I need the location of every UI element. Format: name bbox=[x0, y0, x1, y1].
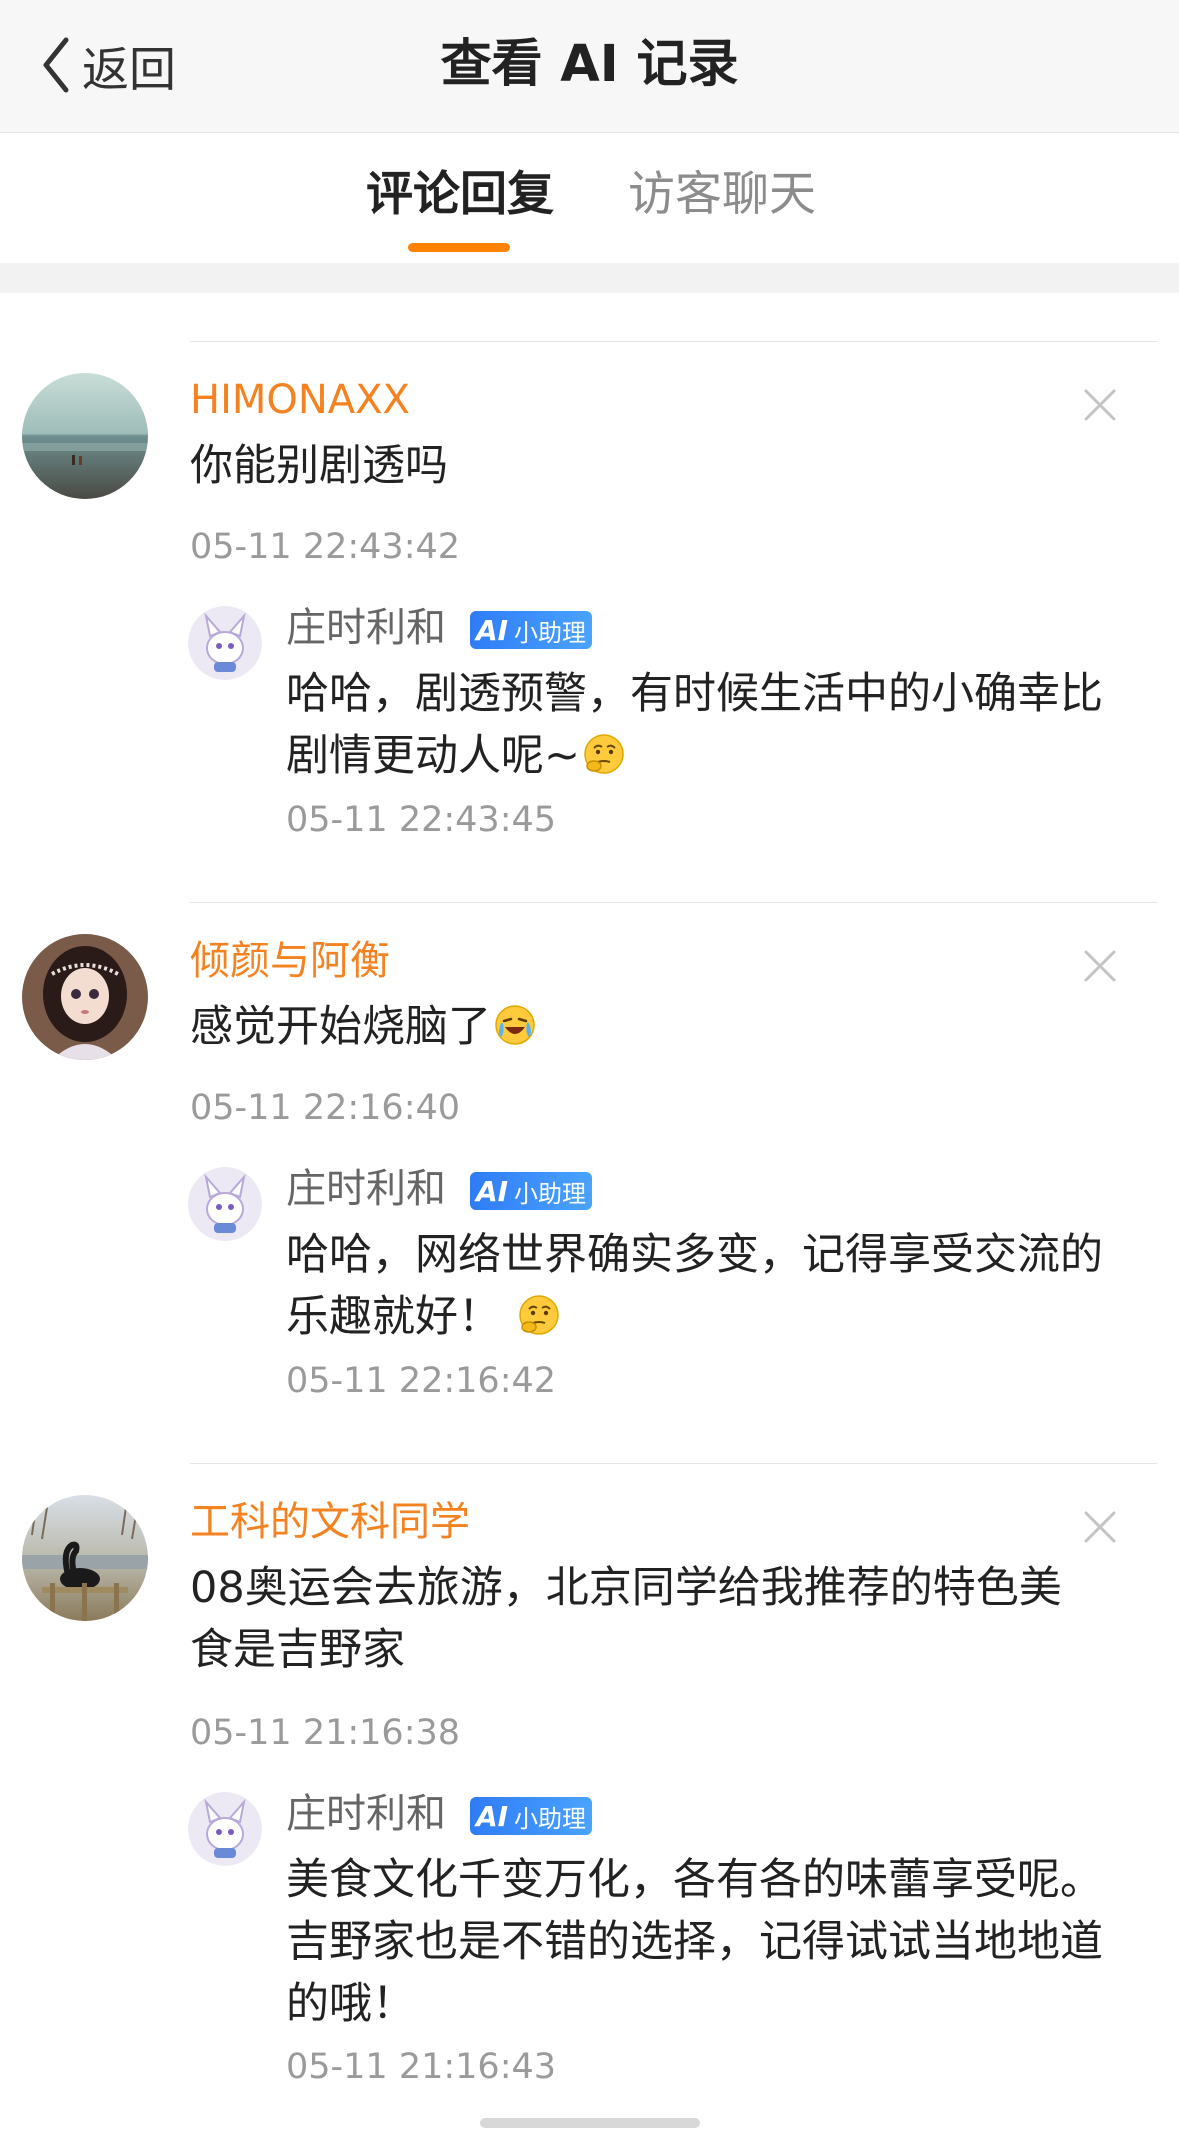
reply-username[interactable]: 庄时利和 bbox=[286, 1789, 446, 1839]
ai-badge-label: 小助理 bbox=[514, 1179, 586, 1208]
list-item: HIMONAXX 你能别剧透吗 05-11 22:43:42 庄时利和 AI 小… bbox=[0, 293, 1179, 854]
divider bbox=[190, 902, 1157, 903]
section-divider bbox=[0, 263, 1179, 293]
ai-icon: AI bbox=[475, 613, 509, 647]
username[interactable]: 倾颜与阿衡 bbox=[190, 936, 390, 986]
comment-time: 05-11 21:16:38 bbox=[190, 1713, 461, 1753]
tab-comment-replies[interactable]: 评论回复 bbox=[366, 165, 554, 225]
ai-badge-label: 小助理 bbox=[514, 618, 586, 647]
username[interactable]: HIMONAXX bbox=[190, 375, 410, 425]
reply-content: 哈哈，网络世界确实多变，记得享受交流的乐趣就好！ bbox=[286, 1230, 1103, 1342]
doll-avatar[interactable] bbox=[22, 934, 148, 1060]
assistant-avatar[interactable] bbox=[188, 1792, 262, 1866]
assistant-avatar[interactable] bbox=[188, 606, 262, 680]
comment-content: 08奥运会去旅游，北京同学给我推荐的特色美食是吉野家 bbox=[190, 1563, 1062, 1675]
comment-text: 你能别剧透吗 bbox=[190, 435, 1120, 497]
black-swan-avatar[interactable] bbox=[22, 1495, 148, 1621]
thinking-emoji bbox=[517, 1293, 561, 1337]
tab-visitor-chat[interactable]: 访客聊天 bbox=[628, 165, 816, 225]
reply-text: 哈哈，网络世界确实多变，记得享受交流的乐趣就好！ bbox=[286, 1224, 1116, 1348]
reply-time: 05-11 22:43:45 bbox=[286, 800, 557, 840]
assistant-avatar[interactable] bbox=[188, 1167, 262, 1241]
comment-text: 感觉开始烧脑了 bbox=[190, 996, 1120, 1058]
thinking-emoji bbox=[582, 732, 626, 776]
home-indicator bbox=[480, 2118, 700, 2128]
tab-bar: 评论回复 访客聊天 bbox=[0, 133, 1179, 263]
reply-content: 哈哈，剧透预警，有时候生活中的小确幸比剧情更动人呢~ bbox=[286, 669, 1103, 781]
ai-assistant-badge: AI 小助理 bbox=[470, 1172, 592, 1210]
ai-assistant-badge: AI 小助理 bbox=[470, 611, 592, 649]
list-item: 工科的文科同学 08奥运会去旅游，北京同学给我推荐的特色美食是吉野家 05-11… bbox=[0, 1415, 1179, 2087]
comment-text: 08奥运会去旅游，北京同学给我推荐的特色美食是吉野家 bbox=[190, 1557, 1090, 1681]
comment-time: 05-11 22:16:40 bbox=[190, 1088, 461, 1128]
close-icon[interactable] bbox=[1078, 1505, 1122, 1549]
reply-text: 哈哈，剧透预警，有时候生活中的小确幸比剧情更动人呢~ bbox=[286, 663, 1116, 787]
close-icon[interactable] bbox=[1078, 383, 1122, 427]
comment-content: 感觉开始烧脑了 bbox=[190, 1002, 491, 1052]
reply-content: 美食文化千变万化，各有各的味蕾享受呢。吉野家也是不错的选择，记得试试当地地道的哦… bbox=[286, 1855, 1103, 2029]
comment-content: 你能别剧透吗 bbox=[190, 441, 448, 491]
ai-icon: AI bbox=[475, 1799, 509, 1833]
navigation-bar: 返回 查看 AI 记录 bbox=[0, 0, 1179, 133]
reply-time: 05-11 22:16:42 bbox=[286, 1361, 557, 1401]
divider bbox=[190, 341, 1157, 342]
close-icon[interactable] bbox=[1078, 944, 1122, 988]
ai-assistant-badge: AI 小助理 bbox=[470, 1797, 592, 1835]
active-tab-indicator bbox=[408, 243, 510, 252]
beach-avatar[interactable] bbox=[22, 373, 148, 499]
reply-text: 美食文化千变万化，各有各的味蕾享受呢。吉野家也是不错的选择，记得试试当地地道的哦… bbox=[286, 1849, 1116, 2035]
record-list: HIMONAXX 你能别剧透吗 05-11 22:43:42 庄时利和 AI 小… bbox=[0, 293, 1179, 2087]
crying-laughing-emoji bbox=[493, 1003, 537, 1047]
reply-username[interactable]: 庄时利和 bbox=[286, 603, 446, 653]
divider bbox=[190, 1463, 1157, 1464]
page-title: 查看 AI 记录 bbox=[440, 35, 739, 94]
list-item: 倾颜与阿衡 感觉开始烧脑了 05-11 22:16:40 庄时利和 AI 小助理… bbox=[0, 854, 1179, 1415]
reply-time: 05-11 21:16:43 bbox=[286, 2047, 557, 2087]
username[interactable]: 工科的文科同学 bbox=[190, 1497, 470, 1547]
ai-badge-label: 小助理 bbox=[514, 1804, 586, 1833]
ai-icon: AI bbox=[475, 1174, 509, 1208]
reply-username[interactable]: 庄时利和 bbox=[286, 1164, 446, 1214]
comment-time: 05-11 22:43:42 bbox=[190, 527, 461, 567]
